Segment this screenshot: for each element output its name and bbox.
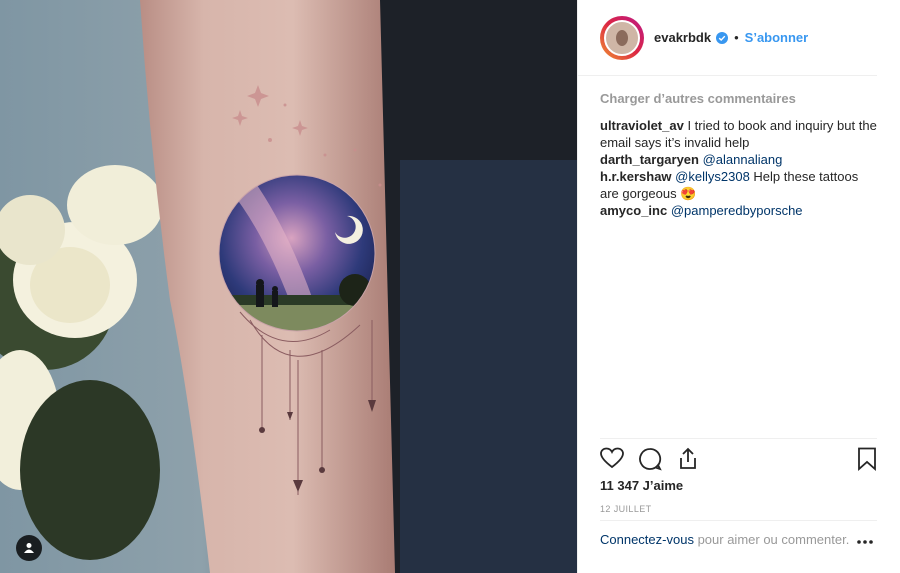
comment-mention[interactable]: @pamperedbyporsche — [671, 203, 803, 218]
avatar[interactable] — [600, 15, 644, 60]
bookmark-icon[interactable] — [857, 447, 877, 471]
tattoo-photo — [0, 0, 577, 573]
comment-icon[interactable] — [638, 447, 662, 471]
comment-username[interactable]: ultraviolet_av — [600, 118, 684, 133]
follow-button[interactable]: S’abonner — [745, 30, 809, 45]
comment-username[interactable]: amyco_inc — [600, 203, 667, 218]
load-more-comments-button[interactable]: Charger d’autres commentaires — [600, 90, 877, 107]
comment-item: ultraviolet_av I tried to book and inqui… — [600, 117, 877, 151]
heart-icon[interactable] — [600, 447, 624, 469]
comment-mention[interactable]: @kellys2308 — [675, 169, 750, 184]
more-icon[interactable] — [857, 540, 873, 544]
verified-badge-icon — [716, 31, 729, 44]
post-sidebar: evakrbdk • S’abonner Charger d’autres co… — [577, 0, 899, 573]
likes-count[interactable]: 11 347 J’aime — [600, 478, 683, 493]
username[interactable]: evakrbdk — [654, 30, 711, 45]
post-date: 12 JUILLET — [600, 504, 652, 514]
comment-username[interactable]: h.r.kershaw — [600, 169, 672, 184]
instagram-post: evakrbdk • S’abonner Charger d’autres co… — [0, 0, 900, 573]
login-link[interactable]: Connectez-vous — [600, 532, 694, 547]
comment-username[interactable]: darth_targaryen — [600, 152, 699, 167]
post-header: evakrbdk • S’abonner — [578, 0, 877, 76]
share-icon[interactable] — [676, 447, 700, 471]
user-tag-icon[interactable] — [16, 535, 42, 561]
comment-item: amyco_inc @pamperedbyporsche — [600, 202, 877, 219]
action-bar — [600, 438, 877, 477]
comments-list: Charger d’autres commentaires ultraviole… — [578, 76, 899, 219]
comment-item: darth_targaryen @alannaliang — [600, 151, 877, 168]
separator-dot: • — [734, 30, 739, 45]
login-prompt: Connectez-vous pour aimer ou commenter. — [600, 520, 877, 549]
post-photo[interactable] — [0, 0, 577, 573]
comment-item: h.r.kershaw @kellys2308 Help these tatto… — [600, 168, 877, 202]
comment-mention[interactable]: @alannaliang — [703, 152, 783, 167]
login-prompt-text: pour aimer ou commenter. — [693, 532, 850, 547]
